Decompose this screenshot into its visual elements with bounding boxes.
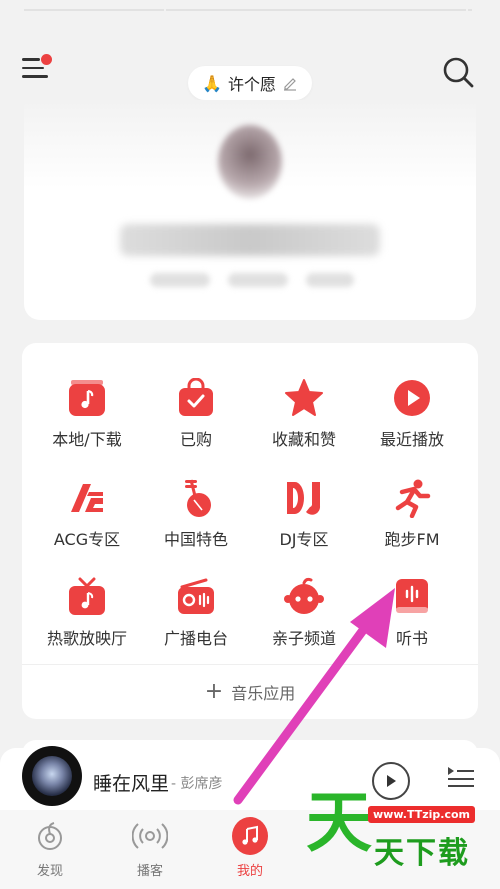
star-icon <box>285 379 323 416</box>
album-cover-disc[interactable] <box>22 746 82 806</box>
grid-item-label: 收藏和赞 <box>271 430 336 449</box>
grid-item-acg[interactable]: ACG专区 <box>30 478 144 578</box>
tab-podcast[interactable]: 播客 <box>110 818 190 879</box>
music-note-folder-icon <box>69 380 105 416</box>
watermark-url: www.TTzip.com <box>368 806 475 823</box>
play-circle-icon <box>394 380 430 416</box>
grid-item-local-download[interactable]: 本地/下载 <box>30 378 144 478</box>
song-title[interactable]: 睡在风里 <box>93 769 169 796</box>
grid-item-audiobooks[interactable]: 听书 <box>355 577 469 677</box>
wish-label: 许个愿 <box>227 75 276 94</box>
grid-item-radio[interactable]: 广播电台 <box>139 577 253 677</box>
watermark-big-char: 天 <box>306 784 372 861</box>
dj-logo-icon <box>287 482 321 515</box>
notification-dot <box>41 54 52 65</box>
pencil-icon <box>283 78 296 91</box>
grid-item-hot-songs-theater[interactable]: 热歌放映厅 <box>30 577 144 677</box>
grid-item-label: DJ专区 <box>279 530 329 549</box>
grid-item-label: 中国特色 <box>163 530 228 549</box>
blurred-stat <box>228 273 288 287</box>
tab-mine[interactable]: 我的 <box>210 817 290 879</box>
tab-label: 播客 <box>136 864 163 879</box>
status-bar-line <box>468 9 472 11</box>
grid-item-label: ACG专区 <box>53 530 121 549</box>
wish-button[interactable]: 🙏 许个愿 <box>188 66 312 100</box>
blurred-stat <box>306 273 354 287</box>
kid-face-icon <box>284 577 324 614</box>
tab-discover[interactable]: 发现 <box>10 818 90 879</box>
shopping-bag-check-icon <box>179 378 213 416</box>
status-bar-line <box>24 9 164 11</box>
site-watermark: 天 www.TTzip.com 天下载 <box>306 784 500 871</box>
plus-icon: + <box>204 679 224 704</box>
search-icon[interactable] <box>440 54 476 90</box>
grid-item-label: 广播电台 <box>163 629 228 648</box>
grid-item-purchased[interactable]: 已购 <box>139 378 253 478</box>
discover-icon <box>38 822 62 850</box>
grid-item-label: 听书 <box>395 629 428 648</box>
grid-item-label: 本地/下载 <box>52 430 122 449</box>
radio-icon <box>178 578 214 614</box>
blurred-username <box>120 224 380 256</box>
play-icon <box>387 775 396 787</box>
blurred-stat <box>150 273 210 287</box>
pipa-instrument-icon <box>185 479 211 517</box>
song-artist: - 彭席彦 <box>171 776 223 792</box>
praying-hands-icon: 🙏 <box>202 73 222 93</box>
podcast-icon <box>132 823 168 849</box>
music-app-button[interactable]: + 音乐应用 <box>22 676 478 708</box>
grid-item-label: 已购 <box>179 430 212 449</box>
grid-item-dj[interactable]: DJ专区 <box>247 478 361 578</box>
tab-label: 我的 <box>236 864 263 879</box>
grid-item-kids-channel[interactable]: 亲子频道 <box>247 577 361 677</box>
grid-item-label: 热歌放映厅 <box>46 629 127 648</box>
grid-item-favorites[interactable]: 收藏和赞 <box>247 378 361 478</box>
playlist-icon[interactable] <box>446 765 476 789</box>
status-bar-line <box>166 9 466 11</box>
running-person-icon <box>395 479 431 518</box>
grid-item-label: 跑步FM <box>384 530 440 549</box>
grid-item-chinese[interactable]: 中国特色 <box>139 478 253 578</box>
tab-label: 发现 <box>36 864 63 879</box>
music-note-icon <box>242 825 258 845</box>
grid-item-running-fm[interactable]: 跑步FM <box>355 478 469 578</box>
avatar[interactable] <box>218 125 282 199</box>
audiobook-icon <box>396 579 428 613</box>
tv-music-icon <box>69 577 105 615</box>
watermark-text: 天下载 <box>374 836 470 871</box>
grid-item-recent-play[interactable]: 最近播放 <box>355 378 469 478</box>
grid-item-label: 亲子频道 <box>271 629 336 648</box>
grid-item-label: 最近播放 <box>379 430 444 449</box>
music-app-label: 音乐应用 <box>231 684 296 703</box>
grid-divider <box>22 664 478 665</box>
acg-logo-icon <box>71 484 103 512</box>
